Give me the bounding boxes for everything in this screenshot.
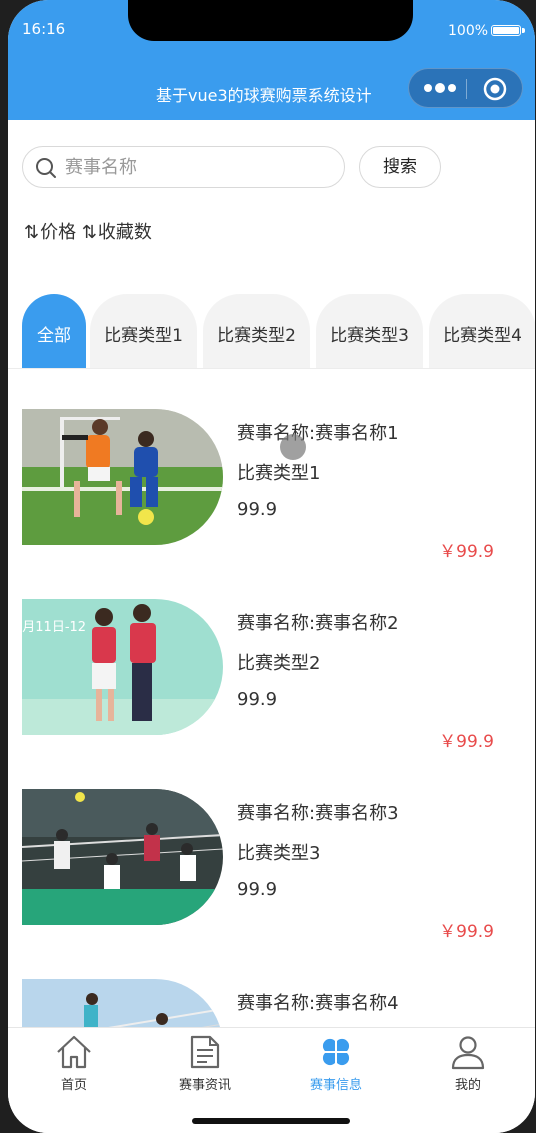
capsule-divider — [466, 79, 467, 99]
document-icon — [190, 1035, 220, 1069]
phone-screen: 16:16 100% 基于vue3的球赛购票系统设计 搜索 ⇅价格 ⇅收藏数 全… — [8, 0, 535, 1133]
search-button[interactable]: 搜索 — [359, 146, 441, 188]
tabbar-news[interactable]: 赛事资讯 — [155, 1034, 255, 1093]
category-tabs: 全部 比赛类型1 比赛类型2 比赛类型3 比赛类型4 — [8, 294, 535, 368]
event-type: 比赛类型1 — [237, 463, 321, 484]
status-time: 16:16 — [22, 20, 66, 38]
more-dots-icon[interactable] — [423, 80, 457, 96]
sort-row: ⇅ 价格 ⇅ 收藏数 — [24, 218, 152, 244]
tabbar-label: 我的 — [454, 1078, 481, 1093]
search-icon — [36, 158, 56, 178]
sort-favorites-label: 收藏数 — [97, 222, 152, 243]
close-target-icon[interactable] — [483, 77, 507, 101]
event-name: 赛事名称:赛事名称4 — [237, 993, 399, 1014]
tabbar-label: 首页 — [60, 1078, 87, 1093]
event-card[interactable]: 6月11日-12 赛事名称:赛事名称2 比赛类型2 99.9 ￥99.9 — [8, 559, 535, 752]
tab-type-3[interactable]: 比赛类型3 — [316, 294, 423, 368]
tab-type-4[interactable]: 比赛类型4 — [429, 294, 535, 368]
event-type: 比赛类型2 — [237, 653, 321, 674]
sort-by-price[interactable]: ⇅ 价格 — [24, 218, 76, 244]
person-icon — [451, 1036, 485, 1070]
battery-percent: 100% — [448, 23, 489, 39]
tab-all[interactable]: 全部 — [22, 294, 86, 368]
event-value: 99.9 — [237, 499, 278, 520]
photo-banner-text: 6月11日-12 — [22, 620, 86, 635]
mini-program-capsule — [408, 68, 523, 108]
event-card[interactable]: 赛事名称:赛事名称1 比赛类型1 99.9 ￥99.9 — [8, 369, 535, 562]
nav-bar: 基于vue3的球赛购票系统设计 — [8, 62, 535, 120]
touch-indicator — [280, 434, 306, 460]
event-image — [22, 789, 223, 925]
sort-arrows-icon: ⇅ — [24, 222, 39, 243]
event-image: 6月11日-12 — [22, 599, 223, 735]
sort-price-label: 价格 — [40, 222, 77, 243]
event-card[interactable]: 赛事名称:赛事名称3 比赛类型3 99.9 ￥99.9 — [8, 749, 535, 942]
event-name: 赛事名称:赛事名称1 — [237, 423, 399, 444]
event-image — [22, 979, 223, 1027]
home-indicator — [192, 1118, 350, 1124]
clover-icon — [322, 1038, 350, 1066]
tab-type-2[interactable]: 比赛类型2 — [203, 294, 310, 368]
event-image — [22, 409, 223, 545]
tabbar-home[interactable]: 首页 — [24, 1034, 124, 1093]
tabbar-label: 赛事信息 — [309, 1078, 362, 1093]
tabbar-label: 赛事资讯 — [178, 1078, 231, 1093]
search-input[interactable] — [65, 155, 325, 179]
tabbar-mine[interactable]: 我的 — [418, 1034, 518, 1093]
event-type: 比赛类型3 — [237, 843, 321, 864]
notch — [128, 0, 413, 41]
event-value: 99.9 — [237, 689, 278, 710]
event-list: 赛事名称:赛事名称1 比赛类型1 99.9 ￥99.9 6月11日-12 — [8, 369, 535, 1027]
tab-type-1[interactable]: 比赛类型1 — [90, 294, 197, 368]
event-card[interactable]: 赛事名称:赛事名称4 — [8, 939, 535, 1027]
status-bar: 16:16 100% — [8, 0, 535, 62]
sort-arrows-icon: ⇅ — [81, 222, 97, 243]
home-icon — [57, 1035, 91, 1069]
battery-icon — [491, 25, 525, 36]
sort-by-favorites[interactable]: ⇅ 收藏数 — [82, 218, 152, 244]
page-title: 基于vue3的球赛购票系统设计 — [156, 86, 372, 105]
tabbar-events[interactable]: 赛事信息 — [286, 1034, 386, 1093]
event-value: 99.9 — [237, 879, 278, 900]
search-box — [22, 146, 345, 188]
event-name: 赛事名称:赛事名称3 — [237, 803, 399, 824]
event-name: 赛事名称:赛事名称2 — [237, 613, 399, 634]
